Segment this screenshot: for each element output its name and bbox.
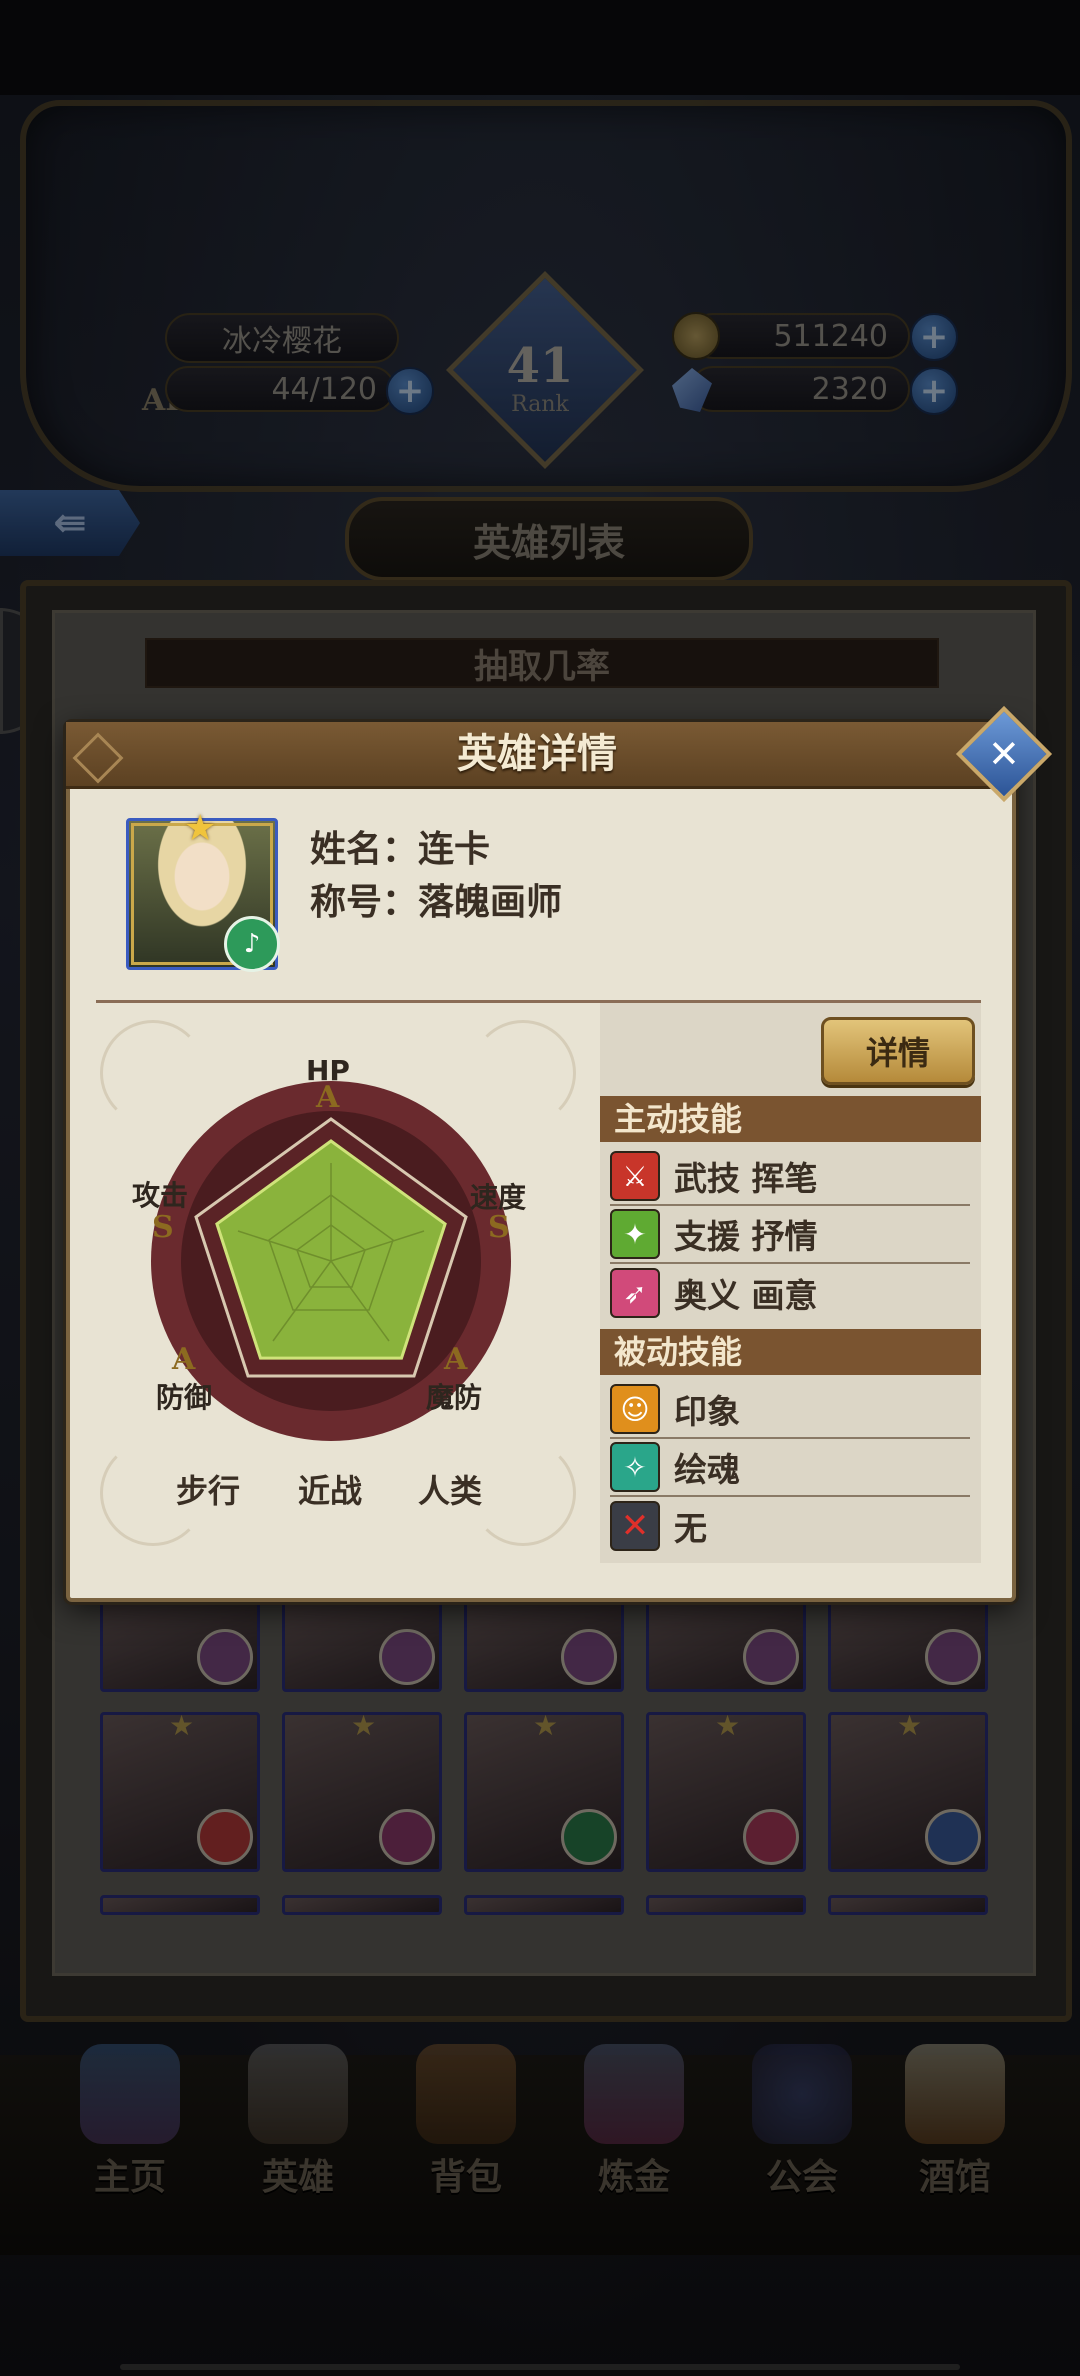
support-skill-icon: ✦ — [610, 1209, 660, 1259]
title-label: 称号： — [310, 882, 419, 923]
skill-row[interactable]: ➶ 奥义 画意 — [610, 1264, 970, 1322]
stat-label-mdef: 魔防 — [426, 1381, 483, 1414]
skill-row[interactable]: ⚔ 武技 挥笔 — [610, 1148, 970, 1206]
trait-race: 人类 — [418, 1472, 483, 1510]
stat-grade-hp: A — [316, 1080, 340, 1115]
details-button[interactable]: 详情 — [821, 1017, 975, 1085]
skill-label: 奥义 画意 — [674, 1276, 818, 1315]
skill-label: 印象 — [674, 1392, 740, 1431]
hero-name: 连卡 — [418, 829, 491, 870]
hero-title-row: 称号： 落魄画师 — [310, 873, 562, 925]
skill-label: 无 — [674, 1509, 707, 1548]
stat-label-def: 防御 — [156, 1381, 213, 1414]
none-x-icon: ✕ — [610, 1501, 660, 1551]
hero-name-row: 姓名： 连卡 — [310, 820, 490, 872]
hero-title: 落魄画师 — [418, 882, 563, 923]
stat-grade-mdef: A — [444, 1342, 468, 1377]
soul-skill-icon: ✧ — [610, 1442, 660, 1492]
stat-label-atk: 攻击 — [132, 1179, 189, 1212]
skill-row[interactable]: ✦ 支援 抒情 — [610, 1206, 970, 1264]
impression-skill-icon: ☺ — [610, 1384, 660, 1434]
name-label: 姓名： — [310, 829, 419, 870]
passive-skills-header: 被动技能 — [600, 1329, 981, 1375]
lyre-class-icon: ♪ — [224, 916, 280, 972]
skill-label: 武技 挥笔 — [674, 1159, 818, 1198]
active-skills-header: 主动技能 — [600, 1096, 981, 1142]
stat-grade-speed: S — [488, 1210, 510, 1245]
stat-grade-atk: S — [152, 1210, 174, 1245]
trait-movement: 步行 — [176, 1472, 241, 1510]
skill-label: 支援 抒情 — [674, 1217, 818, 1256]
ultimate-skill-icon: ➶ — [610, 1268, 660, 1318]
stat-grade-def: A — [172, 1342, 196, 1377]
trait-range: 近战 — [298, 1472, 363, 1510]
skill-row[interactable]: ☺ 印象 — [610, 1381, 970, 1439]
skill-row[interactable]: ✧ 绘魂 — [610, 1439, 970, 1497]
close-icon: ✕ — [988, 732, 1020, 776]
star-icon: ★ — [184, 808, 217, 849]
skill-label: 绘魂 — [674, 1450, 740, 1489]
modal-title: 英雄详情 — [457, 731, 617, 777]
sword-skill-icon: ⚔ — [610, 1151, 660, 1201]
skill-row: ✕ 无 — [610, 1497, 970, 1555]
